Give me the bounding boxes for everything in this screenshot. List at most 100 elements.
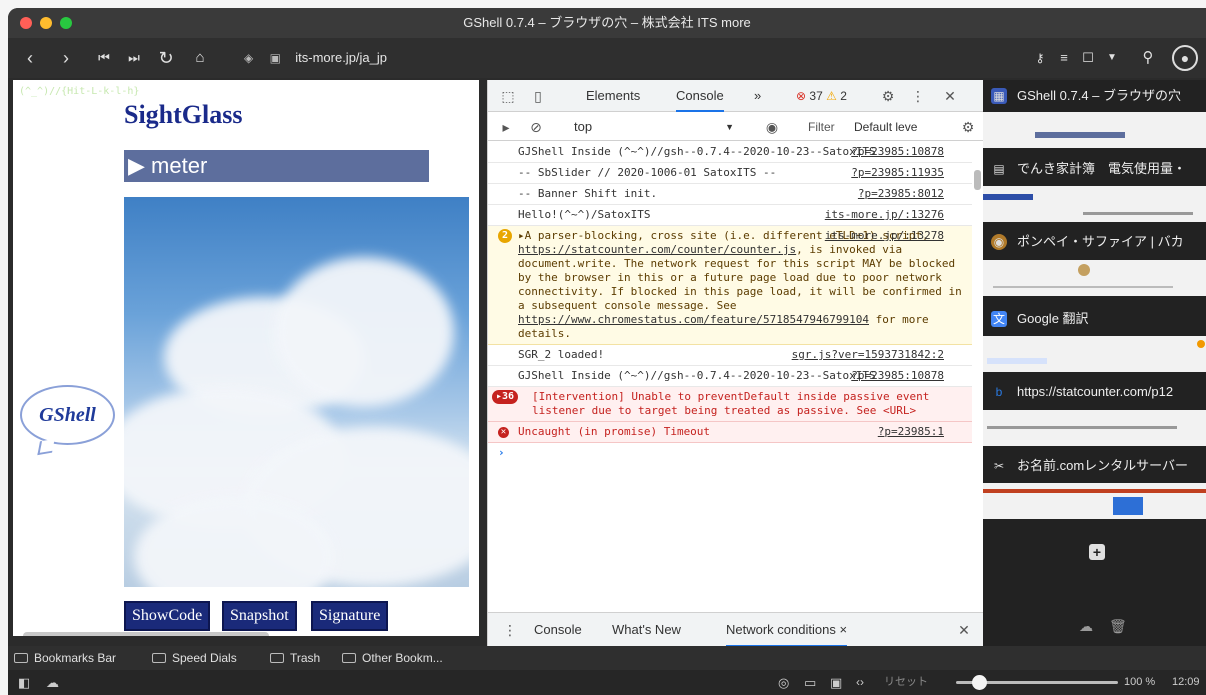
tab-console[interactable]: Console (676, 80, 724, 112)
speech-tail (37, 438, 55, 456)
clear-console-icon[interactable]: ⊘ (526, 117, 546, 137)
tab-preview-item[interactable]: ▤ でんき家計簿 電気使用量・ (983, 158, 1206, 180)
console-settings-icon[interactable]: ⚙ (958, 117, 978, 137)
repeat-count-badge: ▸36 (492, 390, 518, 404)
meter-toggle[interactable]: ▶ meter (124, 150, 429, 182)
console-output: GJShell Inside (^~^)//gsh--0.7.4--2020-1… (488, 142, 972, 608)
trash-icon[interactable]: 🗑 (1109, 618, 1127, 635)
folder-icon (342, 653, 356, 663)
tab-thumbnail[interactable] (983, 260, 1206, 296)
source-link[interactable]: ?p=23985:10878 (851, 145, 944, 159)
reader-icon[interactable]: ≡ (1052, 46, 1076, 70)
tab-preview-item[interactable]: ✂ お名前.comレンタルサーバー (983, 455, 1206, 477)
tab-preview-item[interactable]: ▦ GShell 0.7.4 – ブラウザの穴 (983, 85, 1206, 107)
context-select[interactable]: top ▼ (574, 117, 734, 137)
gshell-logo[interactable]: GShell (20, 385, 115, 445)
extension-icon[interactable]: ☁ (46, 670, 59, 695)
source-link[interactable]: its-more.jp/:13276 (825, 208, 944, 222)
image-icon[interactable]: ▣ (830, 670, 842, 695)
sidebar-toggle-icon[interactable]: ▸ (496, 117, 516, 137)
dropdown-icon[interactable]: ▼ (1100, 46, 1124, 70)
kebab-menu-icon[interactable]: ⋮ (908, 86, 928, 106)
close-drawer-icon[interactable]: ✕ (954, 620, 974, 640)
source-link[interactable]: ?p=23985:8012 (858, 187, 944, 201)
code-icon[interactable]: ‹› (856, 670, 864, 695)
reload-icon[interactable]: ↻ (154, 46, 178, 70)
source-link[interactable]: ?p=23985:1 (878, 425, 944, 439)
device-toggle-icon[interactable]: ▯ (528, 86, 548, 106)
console-error[interactable]: ▸36 [Intervention] Unable to preventDefa… (488, 387, 972, 422)
eye-icon[interactable]: ◉ (762, 117, 782, 137)
signature-button[interactable]: Signature (311, 601, 389, 631)
shield-icon[interactable]: ◈ (244, 47, 258, 69)
minimize-window-button[interactable] (40, 17, 52, 29)
console-warning[interactable]: 2 its-more.jp/:13278 ▸A parser-blocking,… (488, 226, 972, 345)
panel-toggle-icon[interactable]: ◧ (18, 670, 30, 695)
drawer-tab-console[interactable]: Console (534, 613, 582, 647)
source-link[interactable]: ?p=23985:11935 (851, 166, 944, 180)
close-devtools-icon[interactable]: ✕ (940, 86, 960, 106)
tab-thumbnail[interactable] (983, 483, 1206, 519)
statcounter-link[interactable]: https://statcounter.com/counter/counter.… (518, 243, 796, 256)
tab-elements[interactable]: Elements (586, 80, 640, 112)
bookmark-folder[interactable]: Trash (270, 646, 320, 670)
chromestatus-link[interactable]: https://www.chromestatus.com/feature/571… (518, 313, 869, 326)
cloud-icon[interactable]: ☁ (1079, 618, 1093, 635)
add-tab-icon[interactable]: + (1089, 544, 1105, 560)
tab-preview-item[interactable]: ◉ ポンペイ・サファイア | バカ (983, 231, 1206, 253)
camera-icon[interactable]: ◎ (778, 670, 789, 695)
maximize-window-button[interactable] (60, 17, 72, 29)
bookmark-folder[interactable]: Bookmarks Bar (14, 646, 116, 670)
profile-icon[interactable]: ● (1172, 45, 1198, 71)
console-prompt[interactable]: › (488, 443, 972, 462)
inspect-icon[interactable]: ⬚ (498, 86, 518, 106)
horizontal-scrollbar[interactable] (23, 632, 269, 636)
warning-count: 2 (840, 89, 847, 103)
source-link[interactable]: sgr.js?ver=1593731842:2 (792, 348, 944, 362)
log-level-select[interactable]: Default leve (854, 117, 917, 137)
ascii-art: (^_^)//{Hit-L-k-l-h} (19, 86, 140, 97)
tab-thumbnail[interactable] (983, 336, 1206, 372)
url-text[interactable]: its-more.jp/ja_jp (295, 50, 387, 65)
forward-icon[interactable]: › (54, 46, 78, 70)
home-icon[interactable]: ⌂ (188, 46, 212, 70)
console-error[interactable]: ✕ Uncaught (in promise) Timeout ?p=23985… (488, 422, 972, 443)
gear-icon[interactable]: ⚙ (878, 86, 898, 106)
window-icon[interactable]: ▭ (804, 670, 816, 695)
chevron-down-icon: ▼ (725, 122, 734, 132)
tab-preview-item[interactable]: b https://statcounter.com/p12 (983, 381, 1206, 403)
address-bar[interactable]: ◈ ▣ its-more.jp/ja_jp (244, 47, 1024, 69)
drawer-tab-whats-new[interactable]: What's New (612, 613, 681, 647)
tab-preview-item[interactable]: 文 Google 翻訳 (983, 308, 1206, 330)
tab-thumbnail[interactable] (983, 410, 1206, 446)
title-bar: GShell 0.7.4 – ブラウザの穴 – 株式会社 ITS more (8, 8, 1206, 38)
filter-input[interactable]: Filter (808, 117, 835, 137)
close-tab-icon[interactable]: × (839, 622, 847, 637)
more-tabs-button[interactable]: » (754, 80, 761, 112)
back-icon[interactable]: ‹ (18, 46, 42, 70)
issue-counter[interactable]: ⊗ 37 ⚠ 2 (796, 80, 847, 112)
drawer-menu-icon[interactable]: ⋮ (500, 620, 520, 640)
fast-forward-icon[interactable]: ⏭ (122, 46, 146, 70)
zoom-slider-knob[interactable] (972, 675, 987, 690)
close-window-button[interactable] (20, 17, 32, 29)
showcode-button[interactable]: ShowCode (124, 601, 211, 631)
rewind-icon[interactable]: ⏮ (92, 46, 116, 70)
source-link[interactable]: its-more.jp/:13278 (825, 229, 944, 243)
search-icon[interactable]: ⚲ (1136, 46, 1160, 70)
sky-photo (124, 197, 469, 587)
reset-zoom-button[interactable]: リセット (884, 670, 928, 695)
bookmark-folder[interactable]: Speed Dials (152, 646, 237, 670)
tab-thumbnail[interactable] (983, 112, 1206, 148)
bookmark-folder[interactable]: Other Bookm... (342, 646, 443, 670)
devtools-panel: ⬚ ▯ Elements Console » ⊗ 37 ⚠ 2 ⚙ ⋮ ✕ ▸ … (487, 80, 983, 647)
source-link[interactable]: ?p=23985:10878 (851, 369, 944, 383)
drawer-tab-network-conditions[interactable]: Network conditions × (726, 613, 848, 647)
console-scrollbar[interactable] (974, 170, 981, 190)
key-icon[interactable]: ⚷ (1028, 46, 1052, 70)
bing-icon: b (995, 385, 1003, 399)
bookmark-icon[interactable]: ☐ (1076, 46, 1100, 70)
lock-icon: ▣ (269, 51, 281, 65)
snapshot-button[interactable]: Snapshot (222, 601, 297, 631)
tab-thumbnail[interactable] (983, 186, 1206, 222)
